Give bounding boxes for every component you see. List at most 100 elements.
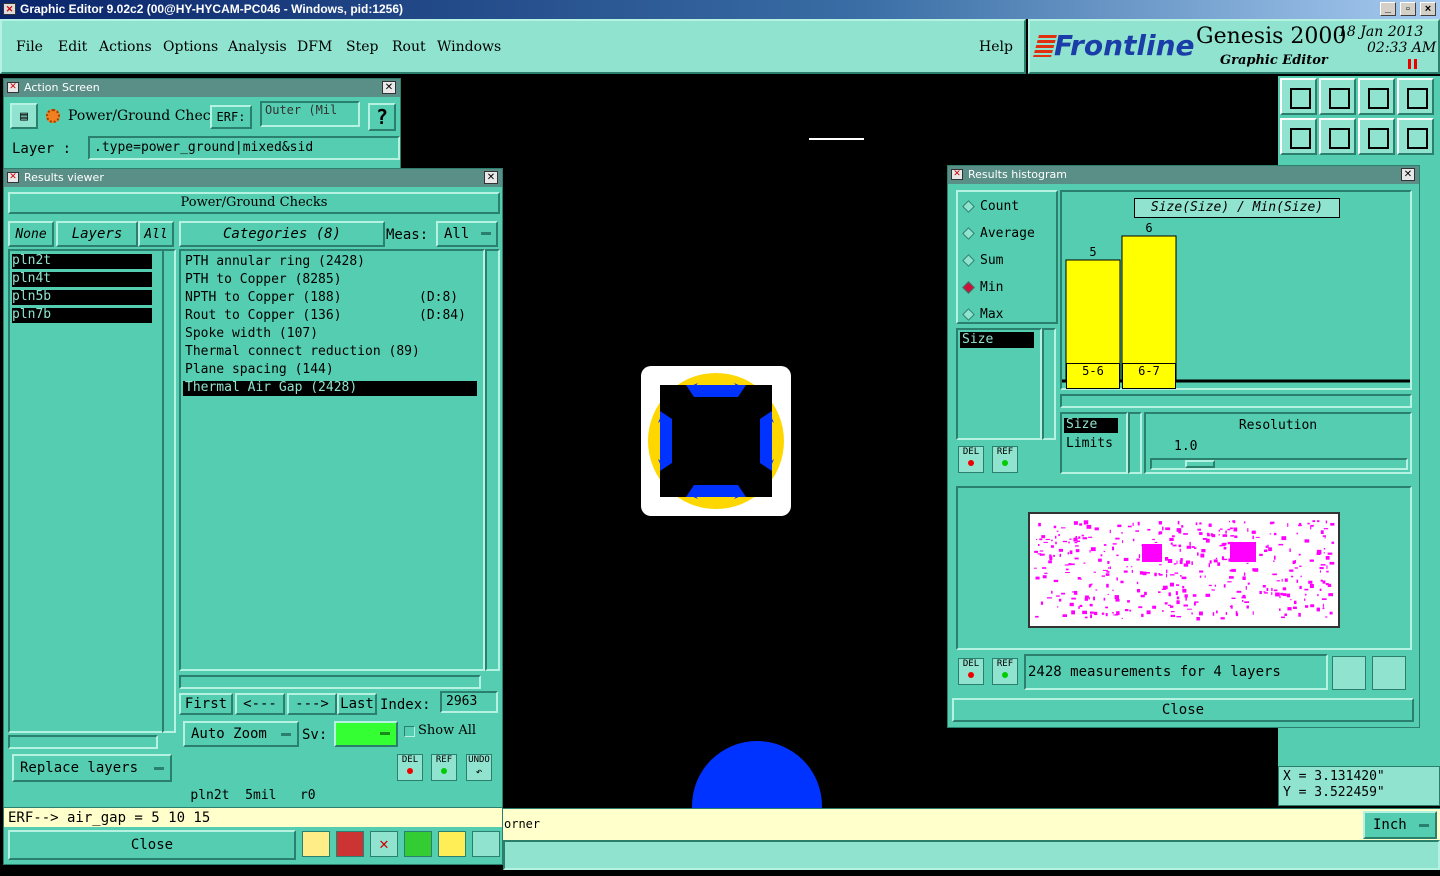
menu-actions[interactable]: Actions: [99, 39, 152, 55]
sv-color-dropdown[interactable]: [334, 721, 398, 747]
board-map[interactable]: [1028, 512, 1340, 628]
layers-vscrollbar[interactable]: [162, 249, 176, 733]
mode-option-count[interactable]: Count: [962, 198, 1054, 218]
mode-option-min[interactable]: Min: [962, 279, 1054, 299]
categories-list[interactable]: PTH annular ring (2428) PTH to Copper (82…: [179, 249, 485, 671]
first-button[interactable]: First: [179, 693, 233, 715]
menu-analysis[interactable]: Analysis: [228, 39, 287, 55]
histogram-del-button[interactable]: DEL: [958, 446, 984, 473]
tool-home-icon[interactable]: [1358, 78, 1395, 115]
replace-layers-dropdown[interactable]: Replace layers: [12, 754, 172, 782]
histogram-hscrollbar[interactable]: [1060, 394, 1412, 408]
categories-hscrollbar[interactable]: [179, 675, 481, 689]
category-item[interactable]: NPTH to Copper (188) (D:8): [183, 291, 477, 306]
histogram-bar[interactable]: [1065, 259, 1121, 381]
select-all-button[interactable]: All: [138, 221, 174, 247]
index-field[interactable]: 2963: [440, 691, 498, 713]
menu-help[interactable]: Help: [979, 39, 1013, 55]
zoom-to-result-icon[interactable]: [1332, 656, 1366, 690]
mode-option-sum[interactable]: Sum: [962, 252, 1054, 272]
auto-zoom-dropdown[interactable]: Auto Zoom: [183, 721, 299, 747]
histogram-ref-button[interactable]: REF: [992, 446, 1018, 473]
tool-open-icon[interactable]: [1280, 78, 1317, 115]
category-item[interactable]: PTH annular ring (2428): [183, 255, 477, 270]
board-feature: [1281, 536, 1287, 541]
tool-rotate-icon[interactable]: [1397, 118, 1434, 155]
action-list-icon[interactable]: ▤: [10, 103, 38, 129]
histogram-tool-icon[interactable]: [302, 831, 330, 857]
ref-button[interactable]: REF: [431, 754, 457, 781]
category-item[interactable]: Thermal connect reduction (89): [183, 345, 477, 360]
category-item[interactable]: Plane spacing (144): [183, 363, 477, 378]
resolution-slider-thumb[interactable]: [1185, 460, 1215, 468]
tool-window-icon[interactable]: [1397, 78, 1434, 115]
minimize-button[interactable]: _: [1380, 2, 1396, 16]
erf-value-field[interactable]: Outer (Mil: [260, 101, 360, 127]
layers-button[interactable]: Layers: [56, 221, 138, 247]
size-item[interactable]: Size: [1064, 418, 1118, 433]
info-tool-icon[interactable]: [404, 831, 432, 857]
category-item[interactable]: Rout to Copper (136) (D:84): [183, 309, 477, 324]
erf-button[interactable]: ERF:: [210, 105, 252, 129]
zoom-to-all-icon[interactable]: [1372, 656, 1406, 690]
last-button[interactable]: Last: [337, 693, 377, 715]
notes-tool-icon[interactable]: [438, 831, 466, 857]
layer-item[interactable]: pln5b: [12, 290, 152, 305]
menu-edit[interactable]: Edit: [58, 39, 87, 55]
action-screen-close-icon[interactable]: ✕: [382, 81, 396, 94]
categories-button[interactable]: Categories (8): [179, 221, 385, 247]
del-button[interactable]: DEL: [397, 754, 423, 781]
limits-scrollbar[interactable]: [1128, 412, 1142, 474]
resolution-slider[interactable]: [1150, 458, 1408, 470]
show-all-checkbox[interactable]: [404, 726, 415, 737]
layers-list[interactable]: pln2t pln4t pln5b pln7b: [8, 249, 166, 733]
maximize-button[interactable]: ▫: [1400, 2, 1416, 16]
layer-filter-field[interactable]: .type=power_ground|mixed&sid: [88, 136, 400, 160]
previous-button[interactable]: <---: [235, 693, 285, 715]
command-line[interactable]: [503, 840, 1440, 870]
tool-move-left-icon[interactable]: [1280, 118, 1317, 155]
tool-mirror-icon[interactable]: [1358, 118, 1395, 155]
select-none-button[interactable]: None: [8, 221, 54, 247]
tool-move-right-icon[interactable]: [1319, 118, 1356, 155]
menu-rout[interactable]: Rout: [392, 39, 426, 55]
category-item[interactable]: Spoke width (107): [183, 327, 477, 342]
menu-step[interactable]: Step: [346, 39, 378, 55]
categories-vscrollbar[interactable]: [485, 249, 500, 671]
field-item[interactable]: Size: [960, 332, 1034, 348]
menu-windows[interactable]: Windows: [437, 39, 501, 55]
field-list[interactable]: Size: [956, 328, 1042, 440]
layer-item[interactable]: pln4t: [12, 272, 152, 287]
menu-dfm[interactable]: DFM: [297, 39, 332, 55]
overview-ref-button[interactable]: REF: [992, 658, 1018, 685]
report-tool-icon[interactable]: [336, 831, 364, 857]
clear-tool-icon[interactable]: ✕: [370, 831, 398, 857]
close-button[interactable]: Close: [8, 830, 296, 860]
overview-del-button[interactable]: DEL: [958, 658, 984, 685]
limits-item[interactable]: Limits: [1066, 436, 1113, 451]
close-window-button[interactable]: ×: [1420, 2, 1436, 16]
menu-file[interactable]: File: [16, 39, 43, 55]
category-item[interactable]: Thermal Air Gap (2428): [183, 381, 477, 396]
undo-button[interactable]: UNDO ↶: [466, 754, 492, 781]
chart-tool-icon[interactable]: [472, 831, 500, 857]
field-list-scrollbar[interactable]: [1042, 328, 1056, 440]
units-dropdown[interactable]: Inch: [1363, 811, 1437, 839]
mode-option-average[interactable]: Average: [962, 225, 1054, 245]
layer-item[interactable]: pln7b: [12, 308, 152, 323]
next-button[interactable]: --->: [287, 693, 337, 715]
mode-option-max[interactable]: Max: [962, 306, 1054, 326]
histogram-close-icon[interactable]: ✕: [1401, 168, 1415, 181]
histogram-bar[interactable]: [1121, 235, 1177, 381]
help-button[interactable]: ?: [368, 103, 396, 131]
board-feature: [1222, 542, 1227, 545]
board-feature: [1093, 611, 1098, 616]
layers-hscrollbar[interactable]: [8, 735, 158, 749]
tool-save-icon[interactable]: [1319, 78, 1356, 115]
layer-item[interactable]: pln2t: [12, 254, 152, 269]
menu-options[interactable]: Options: [163, 39, 218, 55]
category-item[interactable]: PTH to Copper (8285): [183, 273, 477, 288]
meas-dropdown[interactable]: All: [436, 221, 498, 247]
histogram-close-button[interactable]: Close: [952, 698, 1414, 722]
results-viewer-close-icon[interactable]: ✕: [484, 171, 498, 184]
